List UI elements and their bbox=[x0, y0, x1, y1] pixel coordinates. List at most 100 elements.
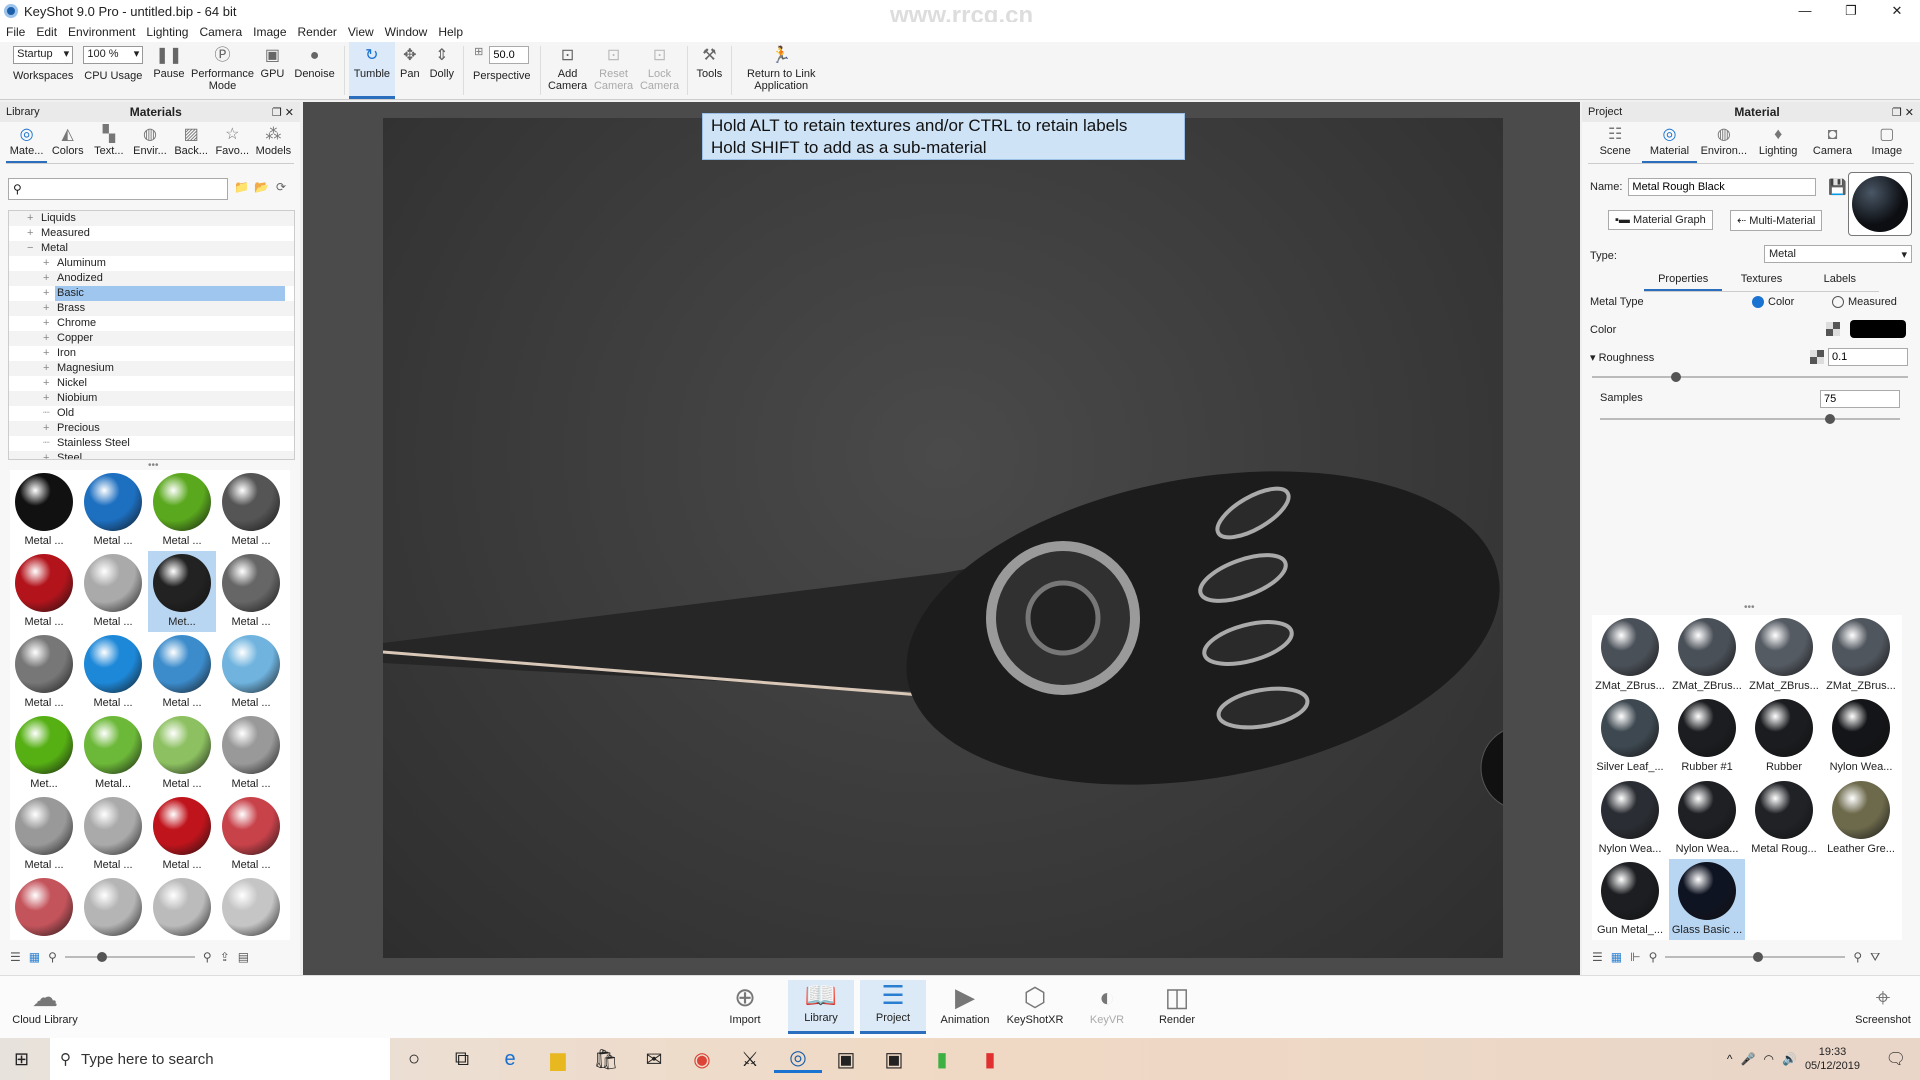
store-icon[interactable]: 🛍 bbox=[582, 1047, 630, 1072]
app-icon[interactable]: ▣ bbox=[822, 1047, 870, 1072]
material-thumbnail[interactable]: Nylon Wea... bbox=[1592, 778, 1668, 859]
material-thumbnail[interactable]: Gun Metal_... bbox=[1592, 859, 1668, 940]
save-icon[interactable]: 💾 bbox=[1828, 178, 1847, 196]
ribbon-render-button[interactable]: ◫ Render bbox=[1144, 982, 1210, 1026]
close-panel-icon[interactable]: ✕ bbox=[285, 107, 294, 119]
library-tab-0[interactable]: ◎ Mate... bbox=[6, 122, 48, 163]
texture-map-icon[interactable] bbox=[1810, 350, 1824, 364]
workspaces-dropdown[interactable]: Startup ▾ Workspaces bbox=[8, 42, 78, 99]
fov-input[interactable] bbox=[489, 46, 530, 64]
expand-icon[interactable]: + bbox=[27, 211, 39, 226]
expand-icon[interactable]: + bbox=[43, 346, 55, 361]
cpu-usage-dropdown[interactable]: 100 % ▾ CPU Usage bbox=[78, 42, 148, 99]
color-swatch[interactable] bbox=[1850, 320, 1906, 338]
material-thumbnail[interactable]: Metal ... bbox=[79, 551, 147, 632]
cloud-library-button[interactable]: ☁ Cloud Library bbox=[12, 982, 78, 1026]
cortana-icon[interactable]: ○ bbox=[390, 1048, 438, 1071]
tree-item[interactable]: ┈ Old bbox=[9, 406, 294, 421]
menu-edit[interactable]: Edit bbox=[36, 25, 57, 39]
project-tab-scene[interactable]: ☷ Scene bbox=[1588, 122, 1642, 163]
close-button[interactable]: ✕ bbox=[1874, 0, 1920, 22]
material-thumbnail[interactable]: Nylon Wea... bbox=[1823, 696, 1899, 777]
expand-icon[interactable]: + bbox=[43, 286, 55, 301]
metal-type-measured-radio[interactable]: Measured bbox=[1832, 296, 1897, 308]
render-view[interactable] bbox=[382, 118, 1566, 958]
material-thumbnail[interactable]: Metal ... bbox=[79, 794, 147, 875]
menu-help[interactable]: Help bbox=[438, 25, 463, 39]
tree-item[interactable]: + Niobium bbox=[9, 391, 294, 406]
material-thumbnail[interactable]: Metal ... bbox=[217, 470, 285, 551]
material-thumbnail[interactable] bbox=[217, 875, 285, 940]
material-thumbnail[interactable]: Metal ... bbox=[217, 794, 285, 875]
material-name-input[interactable] bbox=[1628, 178, 1817, 196]
library-search-input[interactable] bbox=[25, 181, 227, 197]
material-graph-button[interactable]: ▪▬ Material Graph bbox=[1608, 210, 1713, 230]
camtasia-icon[interactable]: ▮ bbox=[918, 1047, 966, 1072]
expand-icon[interactable]: + bbox=[43, 391, 55, 406]
material-thumbnail[interactable] bbox=[10, 875, 78, 940]
mail-icon[interactable]: ✉ bbox=[630, 1047, 678, 1072]
tree-item[interactable]: + Chrome bbox=[9, 316, 294, 331]
import-folder-icon[interactable]: 📂 bbox=[254, 180, 269, 194]
roughness-slider[interactable] bbox=[1592, 372, 1908, 382]
material-thumbnail[interactable]: Metal ... bbox=[217, 551, 285, 632]
material-thumbnail[interactable]: Metal ... bbox=[10, 551, 78, 632]
project-tab-lighting[interactable]: ♦ Lighting bbox=[1751, 122, 1805, 163]
tree-item[interactable]: + Measured bbox=[9, 226, 294, 241]
zoom-out-icon[interactable]: ⚲ bbox=[48, 950, 57, 964]
menu-camera[interactable]: Camera bbox=[199, 25, 242, 39]
ribbon-animation-button[interactable]: ▶ Animation bbox=[932, 982, 998, 1026]
grid-view-icon[interactable]: ▦ bbox=[1611, 950, 1622, 964]
library-tab-2[interactable]: ▚ Text... bbox=[88, 122, 129, 163]
material-thumbnail[interactable]: Metal ... bbox=[148, 713, 216, 794]
screenshot-button[interactable]: ⌖ Screenshot bbox=[1850, 982, 1916, 1026]
thumbnail-size-slider[interactable] bbox=[1665, 952, 1846, 962]
samples-slider[interactable] bbox=[1600, 414, 1900, 424]
splitter-handle[interactable]: ••• bbox=[1744, 602, 1755, 613]
windows-start-icon[interactable]: ⊞ bbox=[14, 1049, 29, 1070]
expand-icon[interactable]: + bbox=[43, 451, 55, 459]
tree-item[interactable]: + Nickel bbox=[9, 376, 294, 391]
material-thumbnail[interactable]: Metal ... bbox=[79, 470, 147, 551]
clock[interactable]: 19:33 05/12/2019 bbox=[1805, 1045, 1860, 1073]
folder-icon[interactable]: ▤ bbox=[238, 950, 249, 964]
ribbon-import-button[interactable]: ⊕ Import bbox=[712, 982, 778, 1026]
tree-item[interactable]: + Liquids bbox=[9, 211, 294, 226]
chrome-icon[interactable]: ◉ bbox=[678, 1047, 726, 1072]
minimize-button[interactable]: — bbox=[1782, 0, 1828, 22]
pause-button[interactable]: ❚❚ Pause bbox=[148, 42, 189, 99]
tree-item[interactable]: + Steel bbox=[9, 451, 294, 459]
tree-item[interactable]: + Aluminum bbox=[9, 256, 294, 271]
tumble-button[interactable]: ↻ Tumble bbox=[348, 42, 396, 99]
tree-item[interactable]: + Copper bbox=[9, 331, 294, 346]
tree-item[interactable]: + Iron bbox=[9, 346, 294, 361]
chevron-up-icon[interactable]: ^ bbox=[1727, 1052, 1733, 1066]
edge-icon[interactable]: e bbox=[486, 1048, 534, 1071]
expand-icon[interactable]: + bbox=[43, 271, 55, 286]
notifications-icon[interactable]: 🗨 bbox=[1886, 1049, 1906, 1069]
material-thumbnail[interactable]: Rubber bbox=[1746, 696, 1822, 777]
material-thumbnail[interactable]: Metal ... bbox=[217, 713, 285, 794]
wifi-icon[interactable]: ◠ bbox=[1764, 1052, 1774, 1066]
material-thumbnail[interactable]: Metal ... bbox=[79, 632, 147, 713]
add-folder-icon[interactable]: 📁 bbox=[234, 180, 249, 194]
tree-item[interactable]: + Precious bbox=[9, 421, 294, 436]
expand-icon[interactable]: + bbox=[43, 316, 55, 331]
material-thumbnail[interactable]: Leather Gre... bbox=[1823, 778, 1899, 859]
metal-type-color-radio[interactable]: Color bbox=[1752, 296, 1794, 308]
keyshot-taskbar-icon[interactable]: ◎ bbox=[774, 1045, 822, 1073]
tree-item[interactable]: ┈ Stainless Steel bbox=[9, 436, 294, 451]
thumbnail-size-slider[interactable] bbox=[64, 952, 195, 962]
samples-input[interactable] bbox=[1820, 390, 1900, 408]
reset-camera-button[interactable]: ⊡ Reset Camera bbox=[591, 42, 637, 99]
material-thumbnail[interactable]: Metal ... bbox=[217, 632, 285, 713]
expand-icon[interactable]: + bbox=[43, 361, 55, 376]
list-view-icon[interactable]: ☰ bbox=[1592, 950, 1603, 964]
material-thumbnail[interactable]: ZMat_ZBrus... bbox=[1823, 615, 1899, 696]
close-panel-icon[interactable]: ✕ bbox=[1905, 107, 1914, 119]
material-thumbnail[interactable] bbox=[148, 875, 216, 940]
lock-camera-button[interactable]: ⊡ Lock Camera bbox=[637, 42, 683, 99]
material-thumbnail[interactable]: Metal ... bbox=[10, 632, 78, 713]
material-thumbnail[interactable]: ZMat_ZBrus... bbox=[1669, 615, 1745, 696]
type-dropdown[interactable]: Metal ▾ bbox=[1764, 245, 1912, 263]
